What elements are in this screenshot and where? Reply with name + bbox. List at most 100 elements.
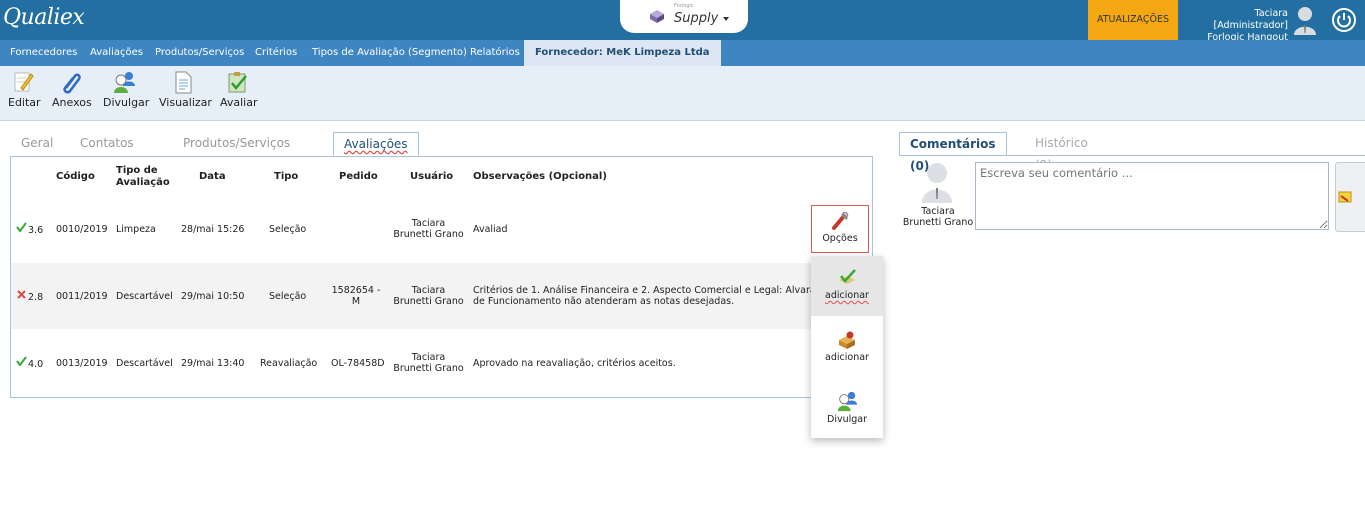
- nav-item-fornecedores[interactable]: Fornecedores: [10, 40, 77, 66]
- score: 2.8: [28, 292, 44, 303]
- score: 4.0: [28, 359, 44, 370]
- tipo: Seleção: [269, 224, 307, 235]
- data: 29/mai 10:50: [181, 291, 245, 302]
- evaluate-label: Avaliar: [220, 96, 258, 109]
- table-row[interactable]: 2.8 0011/2019 Descartável 29/mai 10:50 S…: [11, 263, 872, 329]
- tab-geral[interactable]: Geral: [21, 132, 53, 154]
- tab-comentarios[interactable]: Comentários (0): [899, 132, 1007, 173]
- nav-item-fornecedor-active[interactable]: Fornecedor: MeK Limpeza Ltda: [524, 40, 721, 66]
- updates-button[interactable]: ATUALIZAÇÕES: [1088, 0, 1178, 40]
- header-tipo-avaliacao-line2: Avaliação: [116, 177, 170, 188]
- nav-item-produtos-servicos[interactable]: Produtos/Serviços: [155, 40, 244, 66]
- header-data: Data: [199, 171, 226, 182]
- tipo-avaliacao: Limpeza: [116, 224, 156, 235]
- pedido: OL-78458D: [331, 358, 385, 369]
- nav-item-criterios[interactable]: Critérios: [255, 40, 297, 66]
- top-bar: Qualiex Forlogic Supply ATUALIZAÇÕES Tac…: [0, 0, 1365, 43]
- tipo-avaliacao: Descartável: [116, 358, 173, 369]
- dropdown-item-adicionar[interactable]: adicionar: [811, 318, 883, 378]
- toolbar: Editar Anexos Divulgar Visualizar Avalia…: [0, 66, 1365, 121]
- check-icon: [16, 356, 27, 366]
- tab-produtos-servicos[interactable]: Produtos/Serviços (5): [183, 132, 290, 172]
- note-icon: [1338, 191, 1352, 203]
- dropdown-label: Divulgar: [827, 414, 867, 425]
- dropdown-item-divulgar[interactable]: Divulgar: [811, 378, 883, 438]
- dropdown-label: adicionar: [825, 352, 869, 363]
- header-tipo-avaliacao-line1: Tipo de: [116, 165, 158, 176]
- comment-user-line1: Taciara: [921, 206, 955, 217]
- nav-item-avaliacoes[interactable]: Avaliações: [90, 40, 143, 66]
- tipo: Reavaliação: [260, 358, 318, 369]
- tab-avaliacoes[interactable]: Avaliações (3): [333, 132, 419, 173]
- table-row[interactable]: 4.0 0013/2019 Descartável 29/mai 13:40 R…: [11, 330, 872, 396]
- user-name: Taciara [Administrador]: [1213, 8, 1288, 31]
- nav-item-tipos-avaliacao[interactable]: Tipos de Avaliação (Segmento): [312, 40, 467, 66]
- evaluate-button[interactable]: Avaliar: [220, 70, 258, 109]
- header-observacoes: Observações (Opcional): [473, 171, 607, 182]
- user-info[interactable]: Taciara [Administrador] Forlogic Hangout: [1178, 8, 1288, 44]
- document-icon: [175, 71, 192, 94]
- cross-icon: [17, 290, 26, 299]
- comment-user-line2: Brunetti Grano: [902, 217, 974, 228]
- share-button[interactable]: Divulgar: [103, 70, 149, 109]
- codigo[interactable]: 0010/2019: [56, 224, 108, 235]
- table-row[interactable]: 3.6 0010/2019 Limpeza 28/mai 15:26 Seleç…: [11, 196, 872, 262]
- product-name: Supply: [674, 11, 719, 26]
- observacao-line1: Critérios de 1. Análise Financeira e 2. …: [473, 285, 816, 296]
- codigo[interactable]: 0011/2019: [56, 291, 108, 302]
- header-tipo-avaliacao: Tipo de Avaliação: [116, 165, 170, 189]
- pedido-line1: 1582654 -: [331, 285, 381, 296]
- score: 3.6: [28, 225, 44, 236]
- nav-item-relatorios[interactable]: Relatórios: [470, 40, 520, 66]
- edit-icon: [14, 72, 34, 92]
- usuario: Taciara Brunetti Grano: [391, 218, 466, 240]
- data: 29/mai 13:40: [181, 358, 245, 369]
- edit-button[interactable]: Editar: [8, 70, 41, 109]
- view-button[interactable]: Visualizar: [159, 70, 212, 109]
- header-usuario: Usuário: [410, 171, 454, 182]
- tipo: Seleção: [269, 291, 307, 302]
- usuario-line1: Taciara: [411, 352, 446, 363]
- attachments-button[interactable]: Anexos: [52, 70, 92, 109]
- header-tipo: Tipo: [274, 171, 299, 182]
- check-icon: [16, 222, 27, 232]
- paperclip-icon: [63, 73, 81, 94]
- avatar-icon[interactable]: [1293, 5, 1317, 35]
- add-package-icon: [839, 331, 855, 349]
- send-comment-button[interactable]: [1335, 162, 1365, 232]
- options-button[interactable]: Opções: [811, 205, 869, 253]
- share-label: Divulgar: [103, 96, 150, 109]
- user-avatar-icon: [922, 163, 952, 203]
- codigo[interactable]: 0013/2019: [56, 358, 108, 369]
- usuario: Taciara Brunetti Grano: [391, 285, 466, 307]
- observacao: Aprovado na reavaliação, critérios aceit…: [473, 358, 676, 369]
- power-icon[interactable]: [1332, 8, 1356, 32]
- share-users-icon: [114, 72, 135, 93]
- checklist-icon: [228, 72, 247, 93]
- product-small-label: Forlogic: [674, 3, 694, 9]
- tab-contatos[interactable]: Contatos (1): [80, 132, 134, 172]
- tab-historico[interactable]: Histórico (9): [1035, 132, 1088, 172]
- header-pedido: Pedido: [339, 171, 378, 182]
- view-label: Visualizar: [159, 96, 212, 109]
- observacao: Avaliad: [473, 224, 508, 235]
- comment-input[interactable]: [975, 162, 1329, 230]
- options-dropdown: adicionar adicionar Divulgar: [811, 256, 883, 438]
- header-codigo: Código: [56, 171, 95, 182]
- tipo-avaliacao: Descartável: [116, 291, 173, 302]
- usuario-line2: Brunetti Grano: [393, 229, 464, 240]
- usuario-line2: Brunetti Grano: [393, 363, 464, 374]
- pedido-line2: M: [351, 296, 361, 307]
- dropdown-label: adicionar: [825, 290, 869, 301]
- attachments-label: Anexos: [52, 96, 92, 109]
- observacao: Critérios de 1. Análise Financeira e 2. …: [473, 285, 816, 307]
- dropdown-item-adicionar[interactable]: adicionar: [811, 256, 883, 316]
- chevron-down-icon: [723, 17, 729, 21]
- app-switcher[interactable]: Forlogic Supply: [620, 0, 748, 33]
- observacao-line2: de Funcionamento não atenderam as notas …: [473, 296, 735, 307]
- qualiex-logo[interactable]: Qualiex: [3, 5, 85, 30]
- share-users-icon: [837, 391, 858, 412]
- usuario-line2: Brunetti Grano: [393, 296, 464, 307]
- comment-user-name: Taciara Brunetti Grano: [902, 206, 974, 228]
- usuario: Taciara Brunetti Grano: [391, 352, 466, 374]
